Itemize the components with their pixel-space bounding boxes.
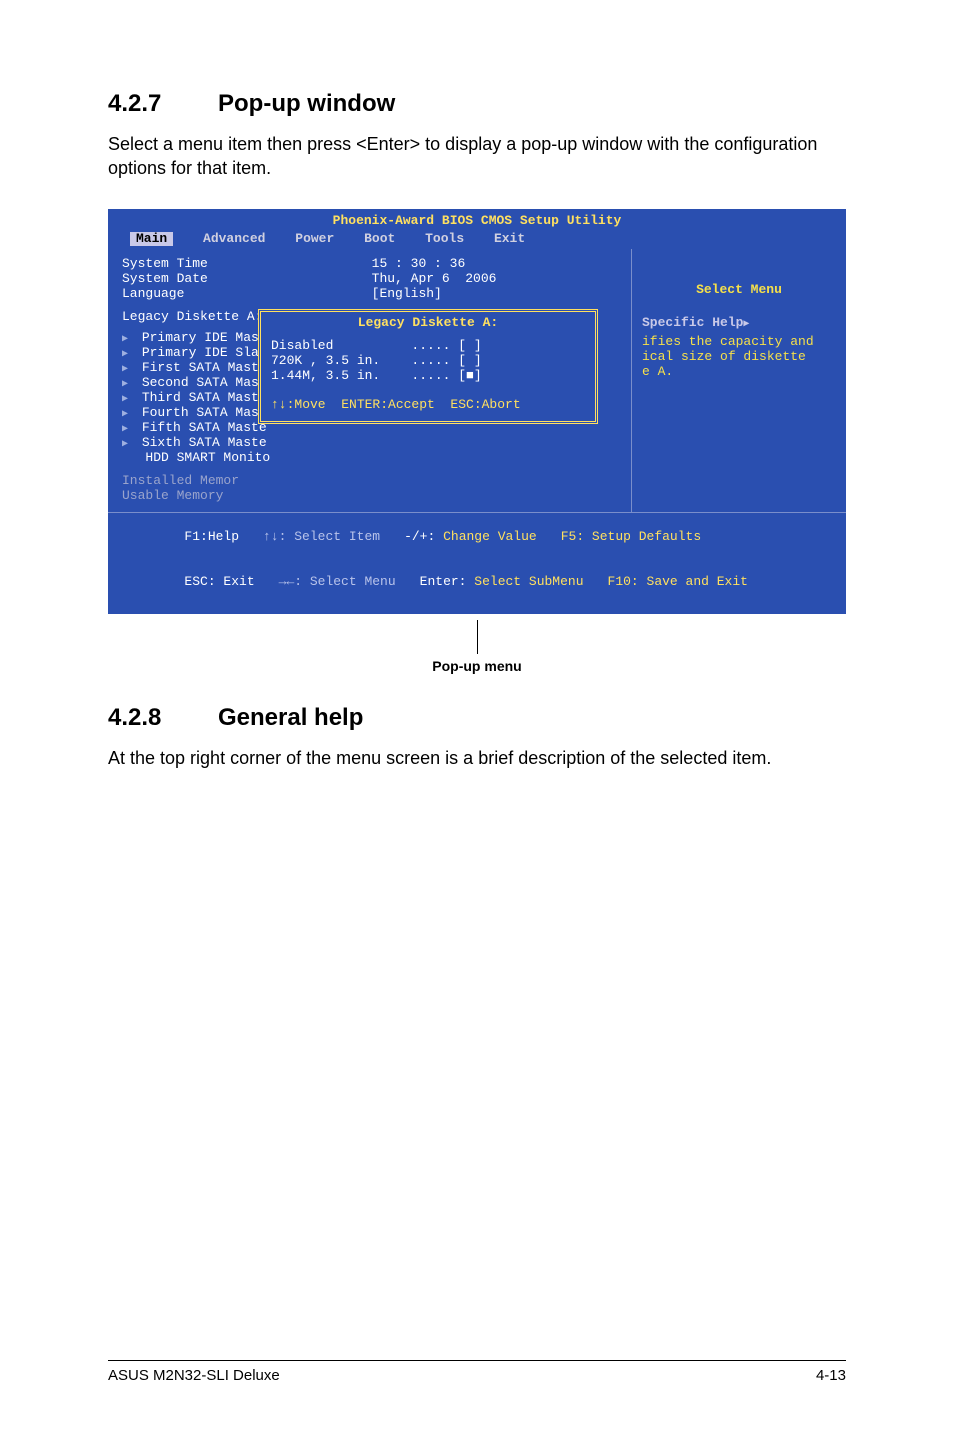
footer-left: ASUS M2N32-SLI Deluxe	[108, 1367, 280, 1384]
hint-select-submenu: Select SubMenu	[474, 574, 583, 589]
hint-enter: Enter:	[420, 574, 467, 589]
hint-select-item: ↑↓: Select Item	[263, 530, 380, 545]
caption-text: Pop-up menu	[108, 658, 846, 674]
specific-help-label: Specific Help	[642, 316, 836, 331]
popup-option[interactable]: 1.44M, 3.5 in. ..... [■]	[271, 369, 585, 384]
row-language[interactable]: Language [English]	[122, 287, 627, 302]
footer-right: 4-13	[816, 1367, 846, 1384]
list-item[interactable]: HDD SMART Monito	[122, 451, 627, 466]
list-item[interactable]: Sixth SATA Maste	[122, 436, 627, 451]
bios-right-panel: Select Menu Specific Help ifies the capa…	[631, 249, 846, 511]
callout-line	[477, 620, 478, 654]
list-item: Installed Memor	[122, 474, 627, 489]
section-heading-general-help: 4.2.8General help	[108, 704, 846, 732]
section-title: General help	[218, 704, 363, 731]
hint-f1: F1:Help	[184, 530, 239, 545]
tab-advanced[interactable]: Advanced	[203, 232, 265, 247]
bios-utility-title: Phoenix-Award BIOS CMOS Setup Utility	[108, 212, 846, 231]
bios-tabs: Main Advanced Power Boot Tools Exit	[108, 231, 846, 250]
section-number: 4.2.7	[108, 90, 218, 118]
figure-caption: Pop-up menu	[108, 620, 846, 674]
select-menu-label: Select Menu	[642, 283, 836, 298]
section-heading-popup: 4.2.7Pop-up window	[108, 90, 846, 118]
popup-hint: ↑↓:Move ENTER:Accept ESC:Abort	[271, 398, 585, 413]
popup-option[interactable]: 720K , 3.5 in. ..... [ ]	[271, 354, 585, 369]
bios-left-panel: System Time 15 : 30 : 36 System Date Thu…	[108, 249, 631, 511]
bios-screenshot: Phoenix-Award BIOS CMOS Setup Utility Ma…	[108, 209, 846, 615]
popup-legacy-diskette: Legacy Diskette A: Disabled ..... [ ] 72…	[258, 309, 598, 424]
hint-esc: ESC: Exit	[184, 575, 254, 590]
tab-main[interactable]: Main	[130, 232, 173, 247]
chevron-right-icon	[743, 315, 749, 330]
hint-plusminus: -/+:	[404, 529, 435, 544]
list-item: Usable Memory	[122, 489, 627, 504]
section-title: Pop-up window	[218, 90, 395, 117]
section-body: At the top right corner of the menu scre…	[108, 746, 846, 770]
page-footer: ASUS M2N32-SLI Deluxe 4-13	[108, 1360, 846, 1384]
popup-option[interactable]: Disabled ..... [ ]	[271, 339, 585, 354]
row-system-date[interactable]: System Date Thu, Apr 6 2006	[122, 272, 627, 287]
tab-exit[interactable]: Exit	[494, 232, 525, 247]
help-text: ifies the capacity and ical size of disk…	[642, 335, 836, 380]
section-number: 4.2.8	[108, 704, 218, 732]
hint-select-menu: →←: Select Menu	[279, 575, 396, 590]
bios-footer: F1:Help ↑↓: Select Item -/+: Change Value F…	[108, 512, 846, 612]
row-system-time[interactable]: System Time 15 : 30 : 36	[122, 257, 627, 272]
hint-f5: F5: Setup Defaults	[561, 530, 701, 545]
section-body: Select a menu item then press <Enter> to…	[108, 132, 846, 181]
tab-tools[interactable]: Tools	[425, 232, 464, 247]
hint-f10: F10: Save and Exit	[608, 575, 748, 590]
tab-boot[interactable]: Boot	[364, 232, 395, 247]
tab-power[interactable]: Power	[295, 232, 334, 247]
hint-change-value: Change Value	[443, 529, 537, 544]
popup-title: Legacy Diskette A:	[271, 316, 585, 331]
